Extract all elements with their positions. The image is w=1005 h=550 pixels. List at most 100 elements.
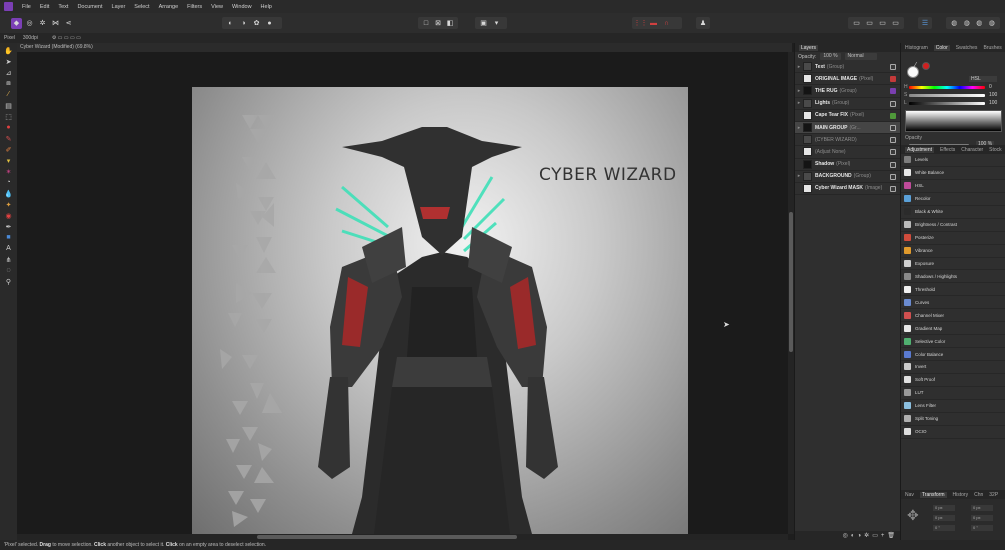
text-tool-icon[interactable]: A xyxy=(3,244,14,253)
adjustment-item[interactable]: Black & White xyxy=(901,206,1005,219)
snapping-options-icon[interactable]: ▬ xyxy=(648,18,659,29)
tab-adjustment[interactable]: Adjustment xyxy=(905,146,935,153)
paint-brush-icon[interactable]: ✎ xyxy=(3,134,14,143)
menu-document[interactable]: Document xyxy=(77,4,102,10)
tab-brushes[interactable]: Brushes xyxy=(983,45,1001,51)
deselect-icon[interactable]: ⊠ xyxy=(433,18,443,29)
tab-transform[interactable]: Transform xyxy=(919,491,947,498)
adjustment-layer-icon[interactable]: ◑ xyxy=(858,533,862,539)
slider-s-value[interactable]: 100 xyxy=(989,92,997,98)
adjustment-item[interactable]: Vibrance xyxy=(901,245,1005,258)
anchor-grid-icon[interactable]: ✥ xyxy=(907,507,919,524)
expand-icon[interactable]: ▸ xyxy=(795,88,803,94)
menu-help[interactable]: Help xyxy=(261,4,272,10)
layer-row[interactable]: (Adjust None) xyxy=(795,146,900,159)
layer-row[interactable]: ▸ THE RUG (Group) xyxy=(795,85,900,98)
context-options-icon[interactable]: ⚙ ▭ ▭ ▭ ▭ xyxy=(52,35,81,41)
horizontal-scroll-thumb[interactable] xyxy=(257,535,517,539)
red-eye-icon[interactable]: ◉ xyxy=(3,211,14,220)
snapping-icon[interactable]: ⋮⋮ xyxy=(634,18,648,29)
magnet-icon[interactable]: ∩ xyxy=(661,18,672,29)
adjustment-item[interactable]: Exposure xyxy=(901,258,1005,271)
menu-layer[interactable]: Layer xyxy=(112,4,126,10)
canvas-area[interactable]: CYBER WIZARD ➤ xyxy=(17,52,788,534)
adjustment-item[interactable]: Invert xyxy=(901,361,1005,374)
adjustment-item[interactable]: Shadows / Highlights xyxy=(901,270,1005,284)
visibility-checkbox[interactable] xyxy=(890,161,896,168)
divide-icon[interactable]: ◍ xyxy=(987,18,998,29)
visibility-checkbox[interactable] xyxy=(890,76,896,83)
pen-tool-icon[interactable]: ✒ xyxy=(3,222,14,231)
arrange-back-icon[interactable]: ▭ xyxy=(851,18,862,29)
visibility-checkbox[interactable] xyxy=(890,124,896,131)
visibility-checkbox[interactable] xyxy=(890,100,896,107)
saturation-slider[interactable] xyxy=(909,94,985,97)
adjustment-item[interactable]: Lens Filter xyxy=(901,400,1005,413)
auto-colors-icon[interactable]: ✿ xyxy=(251,18,262,29)
delete-layer-icon[interactable]: 🗑 xyxy=(887,532,895,539)
expand-icon[interactable]: ▸ xyxy=(795,64,803,70)
shape-tool-icon[interactable]: ■ xyxy=(3,233,14,242)
intersect-icon[interactable]: ◍ xyxy=(974,18,985,29)
adjustment-item[interactable]: Selective Color xyxy=(901,335,1005,349)
selection-brush-icon[interactable]: ▤ xyxy=(3,101,14,110)
slider-l-value[interactable]: 100 xyxy=(989,100,997,106)
adjustment-item[interactable]: Recolor xyxy=(901,193,1005,206)
arrange-backward-icon[interactable]: ▭ xyxy=(864,18,875,29)
adjustment-item[interactable]: Gradient Map xyxy=(901,322,1005,336)
add-layer-icon[interactable]: + xyxy=(881,533,885,539)
tab-history[interactable]: History xyxy=(953,492,969,498)
secondary-color-swatch[interactable] xyxy=(922,62,930,70)
subtract-icon[interactable]: ◍ xyxy=(962,18,973,29)
export-persona-icon[interactable]: ⋖ xyxy=(63,18,74,29)
adjustment-item[interactable]: Channel Mixer xyxy=(901,309,1005,323)
view-tool-icon[interactable]: ✋ xyxy=(3,46,14,55)
slider-h-value[interactable]: 0 xyxy=(989,84,992,90)
fill-tool-icon[interactable]: ▾ xyxy=(3,156,14,165)
layer-row[interactable]: Cape Tear FIX (Pixel) xyxy=(795,110,900,122)
adjustment-item[interactable]: Brightness / Contrast xyxy=(901,219,1005,232)
transform-h-field[interactable]: 0 px xyxy=(971,515,993,521)
chevron-down-icon[interactable]: ▾ xyxy=(491,18,502,29)
primary-color-swatch[interactable] xyxy=(907,66,919,78)
zoom-tool-icon[interactable]: ⚲ xyxy=(3,277,14,286)
blend-mode-select[interactable]: Normal xyxy=(844,53,877,60)
tab-character[interactable]: Character xyxy=(961,147,983,153)
adjustment-item[interactable]: Split Toning xyxy=(901,413,1005,426)
transform-shear-field[interactable]: 0 ° xyxy=(971,525,993,531)
develop-persona-icon[interactable]: ✲ xyxy=(37,18,48,29)
adjustment-item[interactable]: Soft Proof xyxy=(901,374,1005,387)
transform-rotation-field[interactable]: 0 ° xyxy=(933,525,955,531)
transform-tool-icon[interactable]: ⧈ xyxy=(3,79,14,88)
dodge-brush-icon[interactable]: ◔ xyxy=(3,178,14,187)
mesh-warp-icon[interactable]: ◌ xyxy=(3,266,14,275)
tab-channels[interactable]: Chn xyxy=(974,492,983,498)
node-tool-icon[interactable]: ⋔ xyxy=(3,255,14,264)
adjustment-item[interactable]: Levels xyxy=(901,154,1005,167)
move-tool-icon[interactable]: ➤ xyxy=(3,57,14,66)
quick-mask-icon[interactable]: ▣ xyxy=(478,18,489,29)
vertical-scroll-thumb[interactable] xyxy=(789,212,793,352)
visibility-checkbox[interactable] xyxy=(890,137,896,144)
auto-levels-icon[interactable]: ◐ xyxy=(225,18,236,29)
transform-w-field[interactable]: 0 px xyxy=(971,505,993,511)
layer-row[interactable]: Shadow (Pixel) xyxy=(795,159,900,171)
liquify-persona-icon[interactable]: ◎ xyxy=(24,18,35,29)
menu-file[interactable]: File xyxy=(22,4,31,10)
align-icon[interactable]: ☰ xyxy=(921,18,929,29)
arrange-forward-icon[interactable]: ▭ xyxy=(877,18,888,29)
adjustment-item[interactable]: OCIO xyxy=(901,426,1005,439)
layer-opacity-field[interactable]: 100 % xyxy=(820,53,841,60)
tab-nav[interactable]: Nav xyxy=(905,492,914,498)
arrange-front-icon[interactable]: ▭ xyxy=(890,18,901,29)
adjustment-item[interactable]: LUT xyxy=(901,387,1005,400)
layer-mask-icon[interactable]: ◐ xyxy=(851,533,855,539)
group-layers-icon[interactable]: ▭ xyxy=(872,532,878,539)
erase-brush-icon[interactable]: ✐ xyxy=(3,145,14,154)
layer-row[interactable]: ▸ Lights (Group) xyxy=(795,98,900,110)
tab-color[interactable]: Color xyxy=(933,44,950,51)
adjustment-item[interactable]: White Balance xyxy=(901,167,1005,180)
eyedropper-tool-icon[interactable]: ⁄ xyxy=(3,90,14,99)
tab-layers[interactable]: Layers xyxy=(799,44,819,51)
crop-tool-icon[interactable]: ⊿ xyxy=(3,68,14,77)
